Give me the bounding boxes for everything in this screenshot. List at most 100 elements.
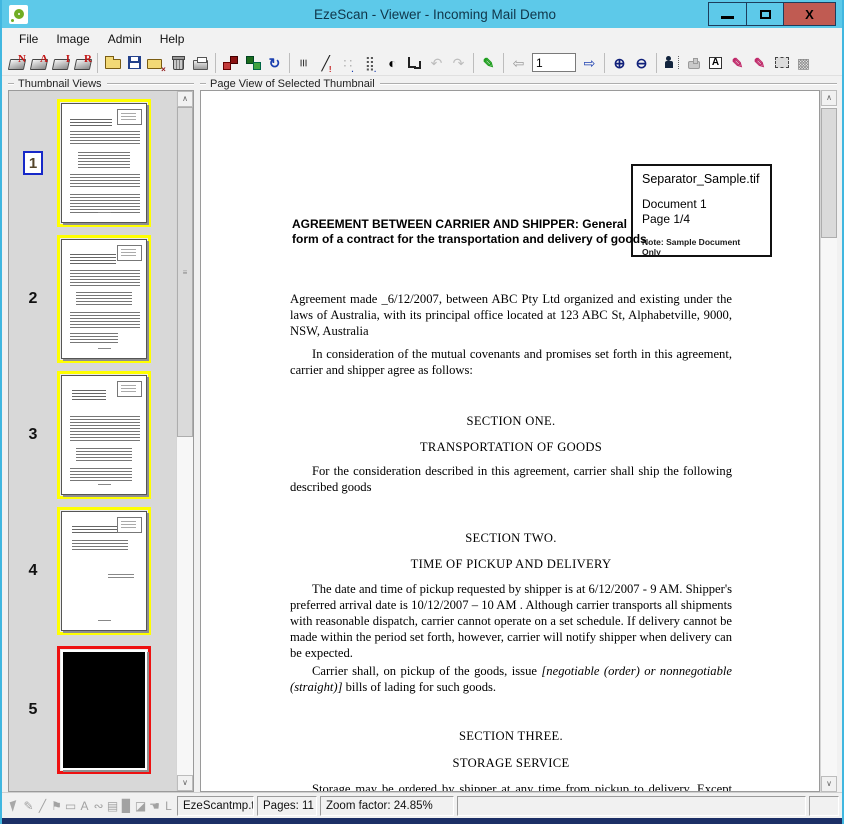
toolbar-separator [604, 52, 605, 73]
deskew-icon[interactable]: ≡ [294, 52, 315, 74]
pointer-tool-icon[interactable] [8, 799, 21, 812]
scribble-tool-icon[interactable]: ∾ [92, 800, 105, 812]
page-number-input[interactable] [532, 53, 576, 72]
section-heading: SECTION ONE. [466, 414, 556, 428]
thumbnail-preview [61, 650, 147, 770]
scroll-up-icon[interactable]: ∧ [177, 91, 193, 107]
content-area: Thumbnail Views 1 2 3 4 5 ∧ ≡ ∨ Page View of… [2, 76, 842, 792]
zoom-out-icon[interactable]: ⊖ [631, 52, 652, 74]
l-tool-icon[interactable]: L [162, 800, 175, 812]
undo-icon[interactable]: ↶ [426, 52, 447, 74]
rectangle-tool-icon[interactable]: ▭ [64, 800, 77, 812]
stamp-icon[interactable] [683, 52, 704, 74]
thumbnail-scrollbar[interactable]: ∧ ≡ ∨ [176, 91, 193, 791]
paragraph: Carrier shall, on pickup of the goods, i… [290, 664, 732, 694]
rotate-page-icon[interactable]: ↻ [264, 52, 285, 74]
flag-tool-icon[interactable]: ⚑ [50, 800, 63, 812]
redact-user-icon[interactable] [661, 52, 682, 74]
maximize-button[interactable] [746, 3, 783, 25]
fill-block-tool-icon[interactable]: ▉ [120, 800, 133, 812]
scroll-up-icon[interactable]: ∧ [821, 90, 837, 106]
maximize-icon [759, 9, 771, 19]
text-tool-icon[interactable]: A [78, 800, 91, 812]
thumbnail-scroll-thumb[interactable]: ≡ [177, 107, 193, 437]
document-scrollbar[interactable]: ∧ ∨ [820, 90, 837, 792]
thumbnail-row: 4 [9, 506, 176, 636]
status-pages: Pages: 11 [257, 795, 317, 816]
grab-tool-icon[interactable]: ☚ [148, 800, 161, 812]
line-tool-icon[interactable]: ╱ [36, 800, 49, 812]
menu-admin[interactable]: Admin [99, 30, 151, 48]
scan-append-icon[interactable]: A [28, 52, 49, 74]
document-scroll-track[interactable] [821, 106, 837, 776]
minimize-button[interactable] [709, 3, 746, 25]
paragraph: Storage may be ordered by shipper at any… [312, 782, 732, 792]
separator-doc-line: Document 1 [642, 197, 707, 211]
redo-icon[interactable]: ↷ [448, 52, 469, 74]
despeckle-light-icon[interactable]: ∷. [338, 52, 359, 74]
thumbnail-page-3[interactable] [57, 371, 151, 499]
status-bar: ✎ ╱ ⚑ ▭ A ∾ ▤ ▉ ◪ ☚ L EzeScantmp.tif Pages: 11 Zoo… [2, 792, 842, 818]
thumbnail-page-1[interactable] [57, 99, 151, 227]
window-bottom-edge [2, 818, 842, 824]
section-heading: SECTION TWO. [465, 531, 557, 545]
thumbnail-number-col: 1 [9, 151, 57, 175]
scan-insert-icon[interactable]: I [50, 52, 71, 74]
document-heading: AGREEMENT BETWEEN CARRIER AND SHIPPER: G… [292, 217, 647, 246]
previous-page-icon[interactable]: ⇦ [508, 52, 529, 74]
paragraph: For the consideration described in this … [290, 464, 732, 494]
thumbnail-number-col: 2 [9, 290, 57, 308]
thumbnail-scroll-track[interactable]: ≡ [177, 107, 193, 775]
thumbnail-page-5[interactable] [57, 646, 151, 774]
remove-lines-icon[interactable]: ╱! [316, 52, 337, 74]
document-scroll-thumb[interactable] [821, 108, 837, 238]
move-page-right-icon[interactable] [242, 52, 263, 74]
text-annotation-icon[interactable]: A [705, 52, 726, 74]
thumbnail-number-1: 1 [23, 151, 43, 175]
thumbnail-page-2[interactable] [57, 235, 151, 363]
thumbnail-views-label: Thumbnail Views [18, 77, 102, 90]
select-region-icon[interactable] [771, 52, 792, 74]
thumbnail-column: Thumbnail Views 1 2 3 4 5 ∧ ≡ ∨ [8, 77, 194, 792]
highlighter-icon[interactable]: ✎ [478, 52, 499, 74]
delete-page-icon[interactable] [168, 52, 189, 74]
scroll-down-icon[interactable]: ∨ [821, 776, 837, 792]
separator-page-line: Page 1/4 [642, 212, 691, 226]
close-button[interactable]: X [783, 3, 835, 25]
invert-icon[interactable]: ◐ [382, 52, 403, 74]
corner-block-tool-icon[interactable]: ◪ [134, 800, 147, 812]
crop-borders-icon[interactable] [404, 52, 425, 74]
thumbnail-page-4[interactable] [57, 507, 151, 635]
next-page-icon[interactable]: ⇨ [579, 52, 600, 74]
scan-replace-icon[interactable]: R [72, 52, 93, 74]
section-subheading: STORAGE SERVICE [452, 756, 570, 770]
open-file-icon[interactable] [102, 52, 123, 74]
pageview-label: Page View of Selected Thumbnail [210, 77, 375, 90]
save-file-icon[interactable] [124, 52, 145, 74]
thumbnail-number-col: 4 [9, 562, 57, 580]
scroll-down-icon[interactable]: ∨ [177, 775, 193, 791]
scan-new-icon[interactable]: N [6, 52, 27, 74]
despeckle-heavy-icon[interactable]: ⣿. [360, 52, 381, 74]
marker-pen-1-icon[interactable]: ✎ [727, 52, 748, 74]
noise-pattern-icon[interactable]: ▩ [793, 52, 814, 74]
menu-help[interactable]: Help [151, 30, 194, 48]
toolbar-separator [503, 52, 504, 73]
marker-pen-2-icon[interactable]: ✎ [749, 52, 770, 74]
delete-file-icon[interactable]: × [146, 52, 167, 74]
paragraph: Agreement made _6/12/2007, between ABC P… [290, 292, 732, 338]
pen-tool-icon[interactable]: ✎ [22, 800, 35, 812]
stamp-tool-icon[interactable]: ▤ [106, 800, 119, 812]
pageview-column: Page View of Selected Thumbnail Separato… [200, 77, 837, 792]
thumbnail-preview [61, 103, 147, 223]
document-page[interactable]: Separator_Sample.tif Document 1 Page 1/4… [200, 90, 820, 792]
print-icon[interactable] [190, 52, 211, 74]
toolbar-separator [473, 52, 474, 73]
zoom-in-icon[interactable]: ⊕ [609, 52, 630, 74]
section-subheading: TIME OF PICKUP AND DELIVERY [410, 557, 612, 571]
menu-file[interactable]: File [10, 30, 47, 48]
toolbar-separator [289, 52, 290, 73]
status-filename: EzeScantmp.tif [177, 795, 254, 816]
move-page-left-icon[interactable] [220, 52, 241, 74]
menu-image[interactable]: Image [47, 30, 98, 48]
